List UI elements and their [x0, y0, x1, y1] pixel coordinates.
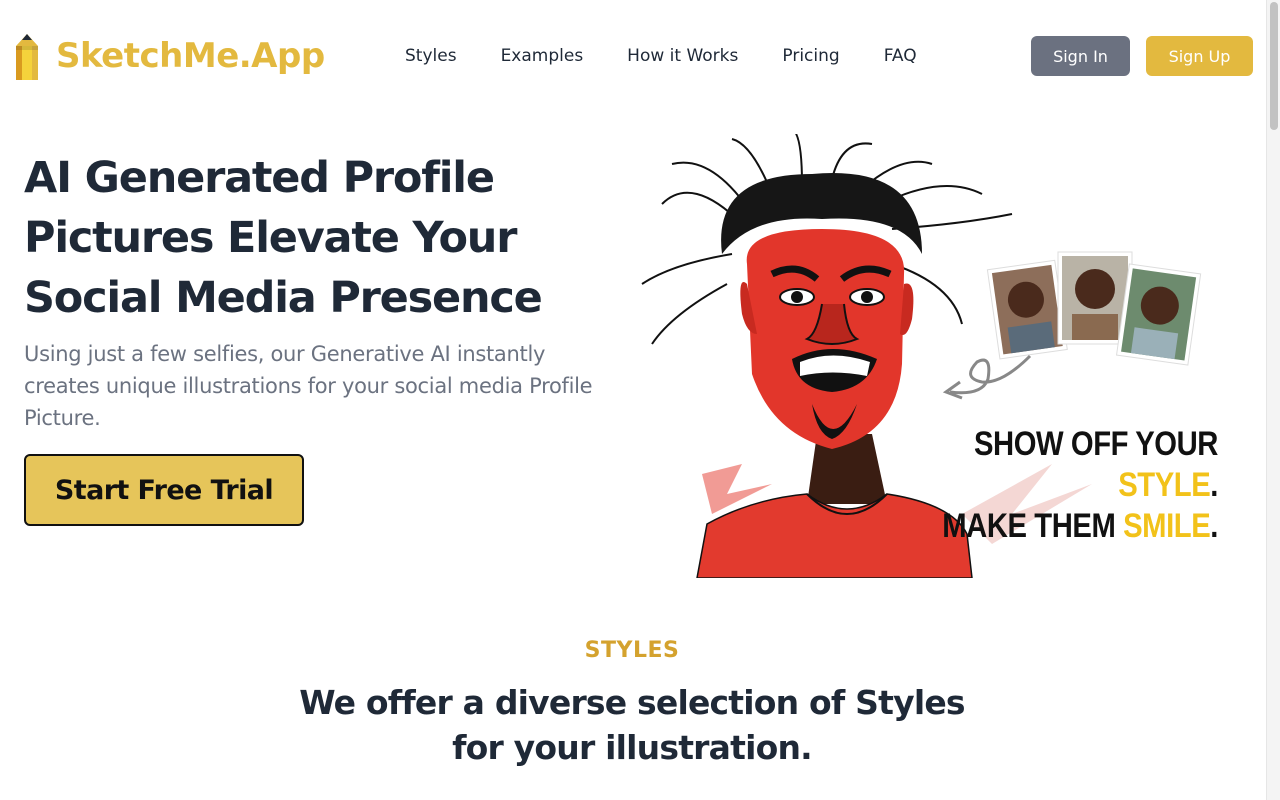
- scrollbar-thumb[interactable]: [1270, 2, 1278, 130]
- selfie-photos: [986, 251, 1202, 366]
- nav-link-styles[interactable]: Styles: [383, 42, 479, 70]
- brand-name: SketchMe.App: [56, 36, 325, 76]
- sign-in-button[interactable]: Sign In: [1031, 36, 1130, 76]
- hero-slogan: SHOW OFF YOUR STYLE. MAKE THEM SMILE.: [934, 424, 1218, 547]
- styles-section-title: We offer a diverse selection of Styles f…: [299, 683, 965, 767]
- brand-logo-link[interactable]: SketchMe.App: [10, 32, 325, 80]
- start-free-trial-button[interactable]: Start Free Trial: [24, 454, 304, 526]
- page-scrollbar[interactable]: [1266, 0, 1280, 800]
- slogan-line-1: SHOW OFF YOUR STYLE.: [973, 425, 1218, 504]
- slogan-line-2: MAKE THEM SMILE.: [942, 507, 1218, 545]
- page: SketchMe.App Styles Examples How it Work…: [0, 0, 1280, 800]
- styles-eyebrow: STYLES: [584, 638, 680, 663]
- nav-link-pricing[interactable]: Pricing: [760, 42, 861, 70]
- hero-title: AI Generated Profile Pictures Elevate Yo…: [24, 153, 543, 323]
- pencil-logo-icon: [16, 34, 38, 80]
- sign-up-button[interactable]: Sign Up: [1146, 36, 1253, 76]
- main-nav: Styles Examples How it Works Pricing FAQ: [383, 42, 939, 70]
- nav-link-how-it-works[interactable]: How it Works: [605, 42, 760, 70]
- nav-link-examples[interactable]: Examples: [479, 42, 606, 70]
- curly-arrow: [949, 354, 1032, 395]
- shirt: [696, 493, 973, 578]
- site-header: SketchMe.App Styles Examples How it Work…: [0, 0, 1266, 112]
- nav-link-faq[interactable]: FAQ: [862, 42, 939, 70]
- hero-subtitle: Using just a few selfies, our Generative…: [24, 342, 593, 430]
